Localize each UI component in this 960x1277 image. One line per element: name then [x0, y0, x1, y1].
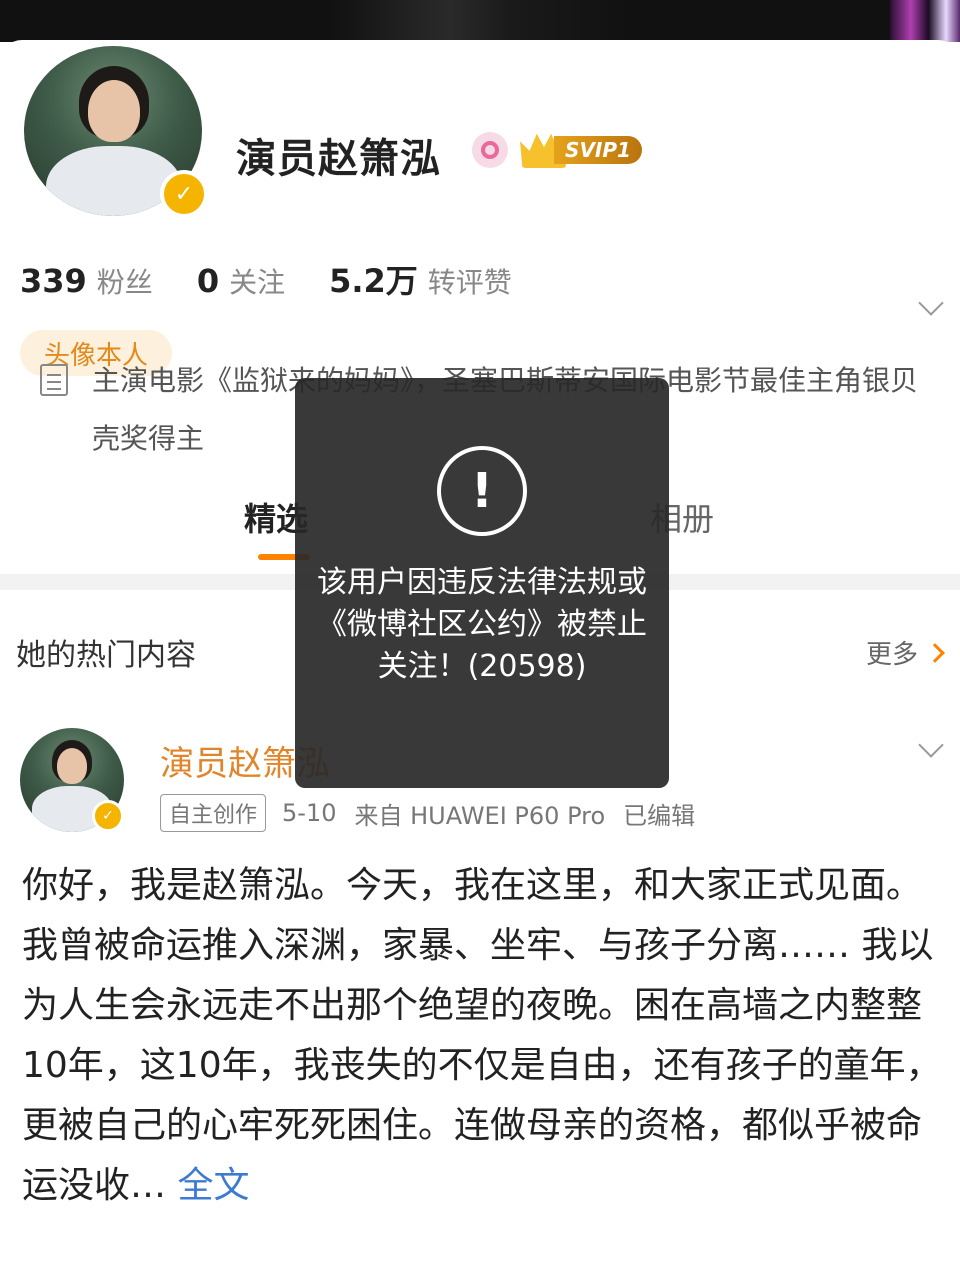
music-badge-icon[interactable] — [472, 132, 508, 168]
hot-content-title: 她的热门内容 — [16, 638, 196, 673]
post-paragraph: 我曾被命运推入深渊，家暴、坐牢、与孩子分离…… 我以为人生会永远走不出那个绝望的… — [22, 916, 942, 1216]
profile-username: 演员赵箫泓 — [236, 136, 441, 182]
stat-label: 关注 — [229, 266, 286, 299]
profile-avatar[interactable]: ✓ — [18, 40, 208, 222]
chevron-right-icon — [925, 642, 945, 663]
post-meta: 自主创作 5-10 来自 HUAWEI P60 Pro 已编辑 — [160, 794, 713, 832]
post-menu-chevron-down-icon[interactable] — [918, 732, 944, 758]
cover-image — [0, 0, 960, 42]
post-paragraph: 你好，我是赵箫泓。今天，我在这里，和大家正式见面。 — [22, 865, 923, 906]
avatar-face — [57, 748, 87, 784]
avatar-body — [46, 146, 182, 216]
more-label: 更多 — [866, 640, 919, 670]
expand-chevron-down-icon[interactable] — [918, 290, 944, 316]
cover-neon — [890, 0, 960, 42]
verified-badge-icon: ✓ — [92, 800, 124, 832]
warning-icon: ! — [437, 446, 527, 536]
post-edited: 已编辑 — [623, 801, 696, 830]
more-button[interactable]: 更多 — [866, 634, 945, 671]
document-icon — [40, 364, 68, 396]
stat-followers[interactable]: 339 粉丝 — [20, 261, 153, 301]
avatar-face — [88, 80, 140, 142]
post-date: 5-10 — [282, 799, 337, 827]
stat-following[interactable]: 0 关注 — [197, 261, 285, 301]
stat-number: 5.2万 — [329, 262, 418, 300]
warning-toast: ! 该用户因违反法律法规或《微博社区公约》被禁止关注！(20598) — [295, 378, 669, 788]
post-body[interactable]: 你好，我是赵箫泓。今天，我在这里，和大家正式见面。 我曾被命运推入深渊，家暴、坐… — [22, 856, 942, 1216]
svip-label: SVIP1 — [554, 136, 642, 164]
full-text-link[interactable]: 全文 — [177, 1165, 249, 1206]
post-source: 来自 HUAWEI P60 Pro — [354, 801, 606, 830]
stat-label: 转评赞 — [427, 266, 512, 299]
stat-label: 粉丝 — [96, 266, 153, 299]
post-paragraph-text: 我曾被命运推入深渊，家暴、坐牢、与孩子分离…… 我以为人生会永远走不出那个绝望的… — [22, 925, 942, 1206]
profile-stats: 339 粉丝 0 关注 5.2万 转评赞 — [20, 256, 556, 302]
original-content-badge: 自主创作 — [160, 794, 267, 832]
verified-badge-icon: ✓ — [160, 170, 208, 218]
cover-streak — [330, 0, 630, 42]
stat-number: 339 — [20, 262, 87, 300]
svip-badge[interactable]: SVIP1 — [520, 130, 642, 168]
stat-number: 0 — [196, 262, 220, 300]
warning-message: 该用户因违反法律法规或《微博社区公约》被禁止关注！(20598) — [317, 565, 647, 684]
stat-interactions[interactable]: 5.2万 转评赞 — [329, 256, 512, 302]
